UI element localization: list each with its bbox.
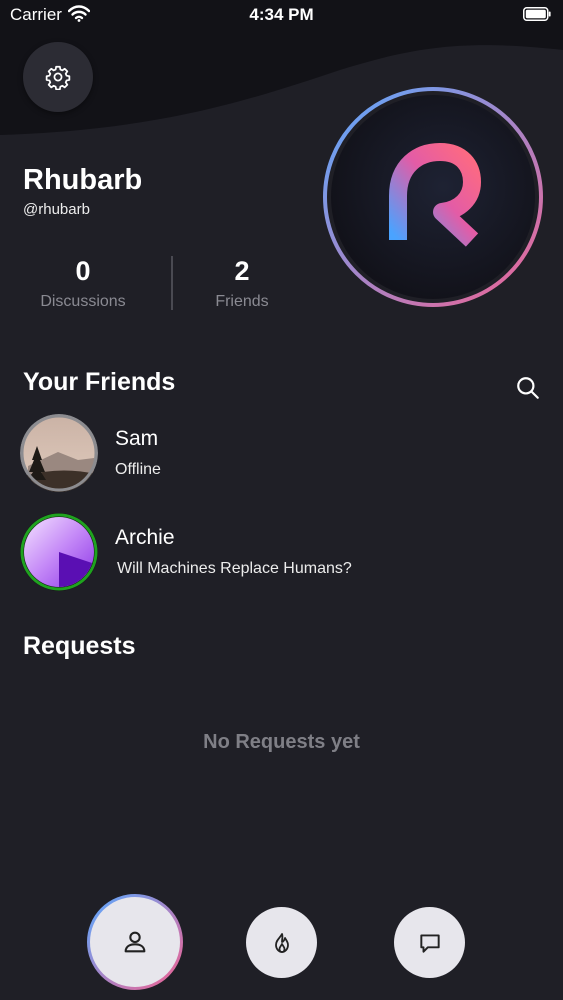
friend-name: Sam [115,427,159,450]
profile-handle: @rhubarb [23,201,90,218]
settings-button[interactable] [23,42,93,112]
stat-value: 0 [75,256,91,286]
search-friends-button[interactable] [510,370,546,406]
stat-value: 2 [234,256,250,286]
tab-discussions[interactable] [246,907,317,978]
friends-section-title: Your Friends [23,368,176,396]
friend-avatar [20,414,98,492]
tab-chat[interactable] [394,907,465,978]
friend-item-archie[interactable]: Archie Will Machines Replace Humans? [20,513,540,593]
gear-icon [45,65,71,90]
status-bar: Carrier 4:34 PM [0,0,563,30]
stat-discussions[interactable]: 0 Discussions [8,256,158,311]
flame-icon [274,932,289,953]
stat-label: Discussions [40,293,126,310]
battery-icon [523,7,551,21]
friend-name: Archie [115,526,175,549]
friend-avatar [20,513,98,591]
tab-profile[interactable] [90,897,180,987]
stat-friends[interactable]: 2 Friends [167,256,317,311]
profile-name: Rhubarb [23,164,143,196]
status-time: 4:34 PM [249,5,314,24]
chat-bubble-icon [419,933,440,953]
friend-status: Will Machines Replace Humans? [117,560,352,577]
profile-icon [124,931,146,953]
stat-label: Friends [215,293,269,310]
requests-empty-state: No Requests yet [203,731,360,753]
profile-avatar[interactable] [322,86,544,308]
search-icon [517,377,539,399]
friend-status: Offline [115,461,161,478]
friend-item-sam[interactable]: Sam Offline [20,414,540,494]
requests-section-title: Requests [23,632,136,660]
